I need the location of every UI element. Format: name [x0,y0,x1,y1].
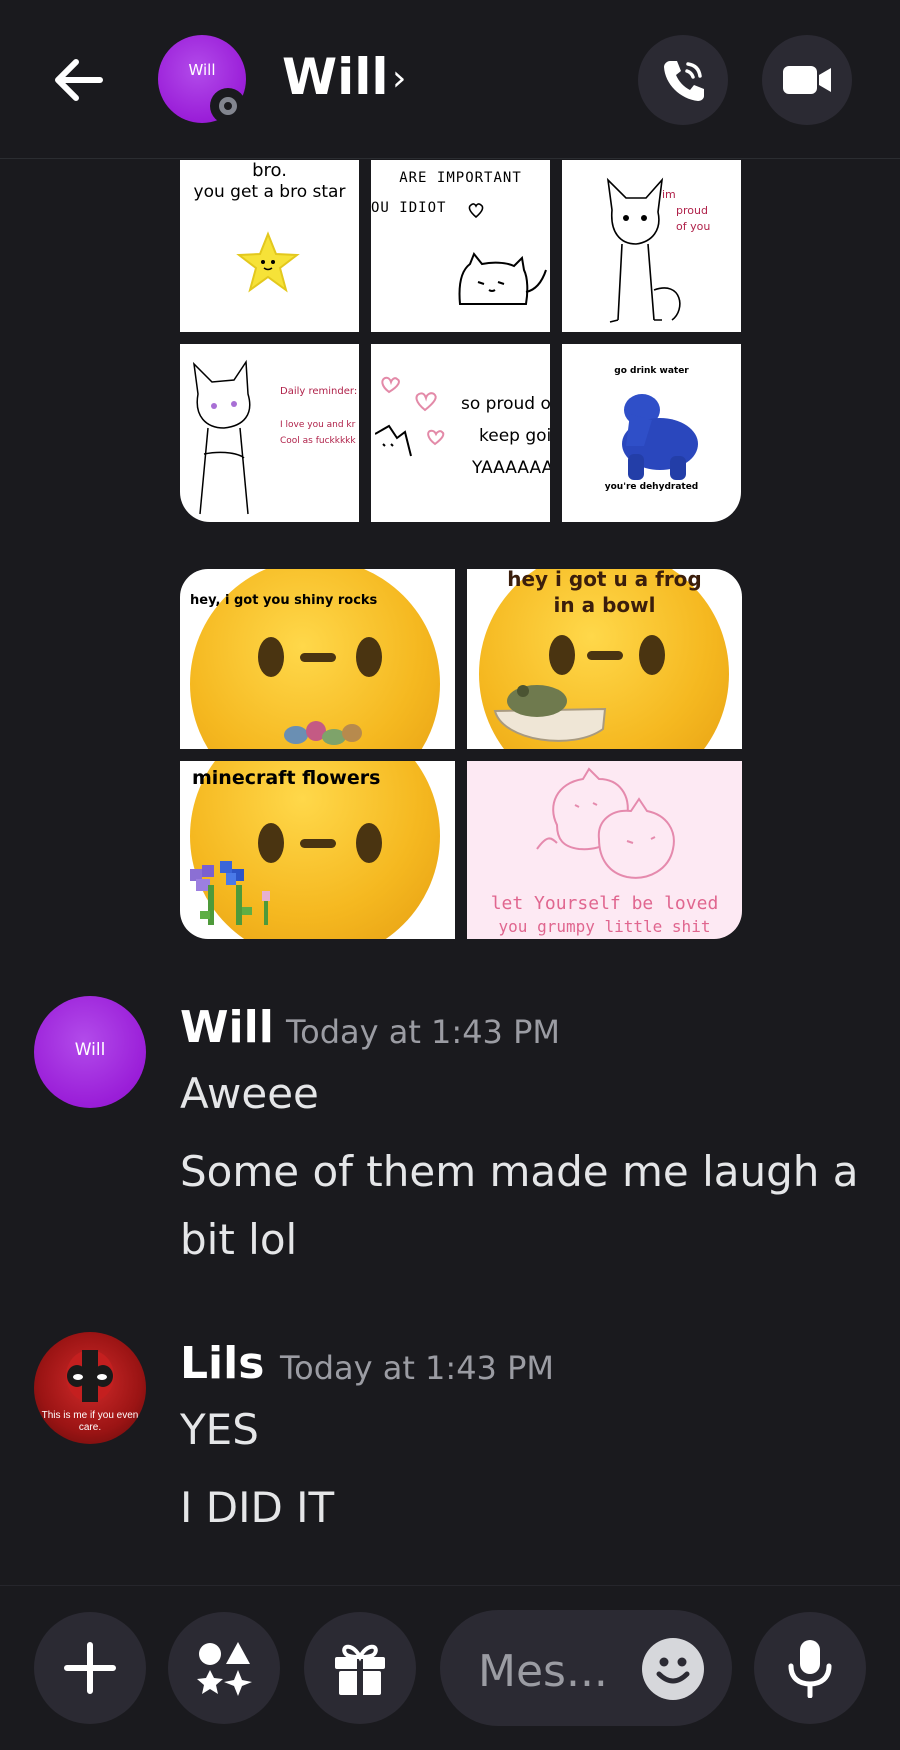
rocks-image [284,721,362,745]
sticker-caption: in a bowl [553,593,656,617]
heart-icon [468,203,484,219]
sticker-caption: go drink water [614,366,689,376]
pixel-flowers-image [190,861,270,925]
sticker-caption: you're dehydrated [604,482,699,492]
sticker-caption: keep goir [479,426,550,446]
voice-call-button[interactable] [638,35,728,125]
star-icon [236,231,300,293]
video-call-button[interactable] [762,35,852,125]
sticker-caption: of you [676,220,711,233]
frog-bowl-image [493,685,607,742]
cats-hugging-drawing [536,767,675,879]
avatar-text: This is me if you even care. [41,1410,139,1433]
sticker-image[interactable]: Daily reminder: I love you and kr Cool a… [180,344,359,522]
sticker-image[interactable]: bro. you get a bro star [180,160,359,332]
sticker-caption: let Yourself be loved [490,893,719,914]
sticker-caption: bro. [252,160,287,181]
sticker-caption: hey, i got you shiny rocks [190,593,378,608]
sticker-caption: YAAAAAA [472,458,550,478]
sticker-image[interactable]: ARE IMPORTANT OU IDIOT [371,160,550,332]
message-text: bit lol [180,1215,298,1264]
sticker-image[interactable]: go drink water you're dehydrated [562,344,741,522]
message-input[interactable]: Mes... [440,1610,732,1726]
message-text: I DID IT [180,1483,335,1532]
avatar-text: Will [74,1040,106,1060]
video-camera-icon [783,66,831,94]
microphone-icon [788,1640,832,1698]
dinosaur-plush-image [622,394,698,480]
sticker-caption: hey i got u a frog [507,569,702,591]
chevron-right-icon[interactable]: › [392,58,406,99]
message-timestamp: Today at 1:43 PM [286,1013,560,1051]
sticker-caption: you get a bro star [193,182,346,202]
avatar[interactable]: This is me if you even care. [34,1332,146,1444]
sticker-image[interactable]: hey, i got you shiny rocks [180,569,455,749]
message-timestamp: Today at 1:43 PM [280,1349,554,1387]
sticker-caption: so proud of [461,394,550,414]
cat-drawing [192,359,251,515]
message-text: Aweee [180,1069,319,1118]
sticker-caption: you grumpy little shit [498,917,711,936]
message-input-placeholder: Mes... [478,1646,608,1697]
emoji-button[interactable] [642,1638,704,1700]
message-text: Some of them made me laugh a [180,1147,859,1196]
arrow-left-icon [55,59,103,101]
message-author[interactable]: Will [180,1002,274,1053]
plus-icon [64,1642,116,1694]
chat-header: Will Will › [0,0,900,159]
status-indicator [210,88,246,124]
gift-icon [335,1644,385,1695]
sticker-image[interactable]: im proud of you [562,160,741,332]
avatar-text: Will [188,61,216,79]
sticker-caption: proud [676,204,708,217]
sticker-caption: OU IDIOT [371,200,447,216]
sticker-caption: im [662,188,676,201]
sticker-image[interactable]: minecraft flowers [180,761,455,939]
sticker-image[interactable]: let Yourself be loved you grumpy little … [467,761,742,939]
sticker-caption: Cool as fuckkkkk [280,436,356,446]
apps-button[interactable] [168,1612,280,1724]
sticker-caption: minecraft flowers [192,767,381,789]
sticker-image[interactable]: so proud of keep goir YAAAAAA [371,344,550,522]
page-title[interactable]: Will [282,48,389,106]
voice-message-button[interactable] [754,1612,866,1724]
sticker-caption: Daily reminder: [280,386,358,397]
message-text: YES [180,1405,259,1454]
sticker-image[interactable]: hey i got u a frog in a bowl [467,569,742,749]
gift-button[interactable] [304,1612,416,1724]
back-button[interactable] [48,50,108,110]
message-author[interactable]: Lils [180,1338,264,1389]
avatar[interactable]: Will [34,996,146,1108]
hearts-icon [375,376,445,457]
phone-icon [664,61,704,101]
deadpool-mask-icon [66,1350,114,1402]
sticker-caption: I love you and kr [280,420,356,430]
emoji-icon [656,1657,690,1684]
cat-drawing [458,252,547,305]
sticker-caption: ARE IMPORTANT [399,170,522,186]
apps-icon [197,1642,252,1696]
add-attachment-button[interactable] [34,1612,146,1724]
